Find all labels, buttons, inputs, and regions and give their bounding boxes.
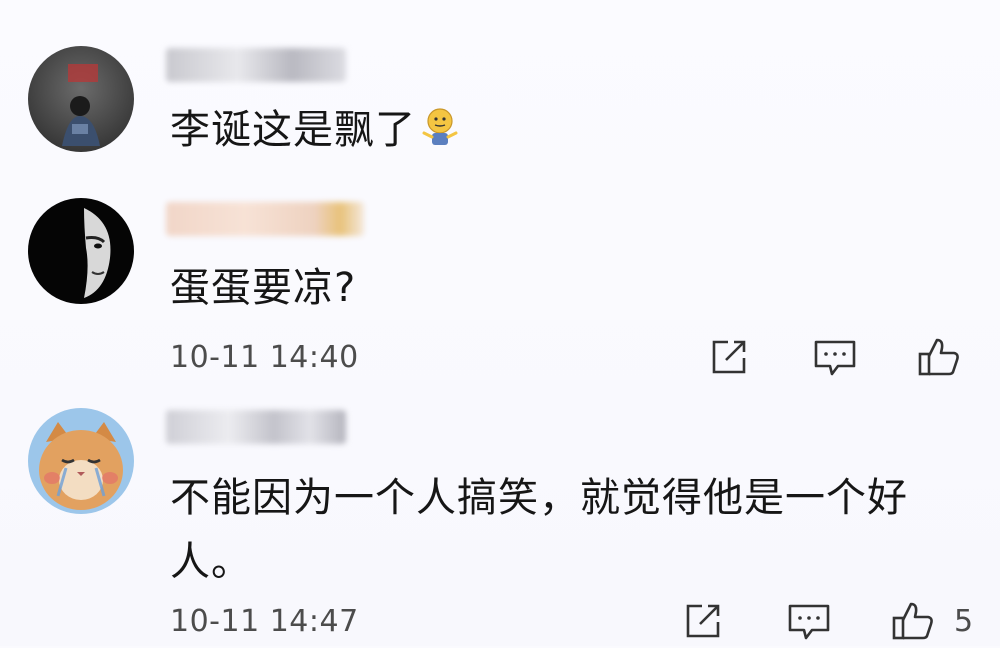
comment-text-content: 蛋蛋要凉?	[170, 265, 357, 311]
comment-meta-row: 10-11 14:47 5	[0, 598, 1000, 648]
comment-text: 蛋蛋要凉?	[170, 256, 356, 320]
share-button[interactable]	[706, 334, 752, 380]
timestamp: 10-11 14:40	[170, 340, 359, 375]
timestamp: 10-11 14:47	[170, 604, 359, 639]
comment-thread: 李诞这是飘了 蛋蛋要凉? 10-11 14:40 不能因为一个人搞笑，就觉得他是…	[0, 0, 1000, 646]
avatar[interactable]	[28, 46, 134, 152]
comment-text-line: 人。	[170, 539, 252, 585]
username-blurred[interactable]	[166, 48, 346, 82]
share-icon	[712, 340, 746, 374]
username-blurred[interactable]	[166, 202, 364, 236]
share-icon	[686, 604, 720, 638]
username-blurred[interactable]	[166, 410, 346, 444]
reply-button[interactable]	[786, 598, 832, 644]
like-count: 5	[954, 604, 974, 639]
shrug-emoji-icon	[420, 103, 460, 149]
avatar[interactable]	[28, 198, 134, 304]
reply-icon	[814, 340, 856, 376]
comment-text-line: 不能因为一个人搞笑，就觉得他是一个好	[170, 475, 908, 521]
like-button[interactable]	[890, 598, 936, 644]
comment-text: 不能因为一个人搞笑，就觉得他是一个好 人。	[170, 466, 908, 594]
reply-button[interactable]	[812, 334, 858, 380]
thumbs-up-icon	[918, 338, 959, 376]
comment-text: 李诞这是飘了	[170, 98, 460, 162]
share-button[interactable]	[680, 598, 726, 644]
thumbs-up-icon	[892, 602, 933, 640]
comment-meta-row: 10-11 14:40	[0, 334, 1000, 384]
comment-text-content: 李诞这是飘了	[170, 107, 416, 153]
avatar[interactable]	[28, 408, 134, 514]
reply-icon	[788, 604, 830, 640]
like-button[interactable]	[916, 334, 962, 380]
